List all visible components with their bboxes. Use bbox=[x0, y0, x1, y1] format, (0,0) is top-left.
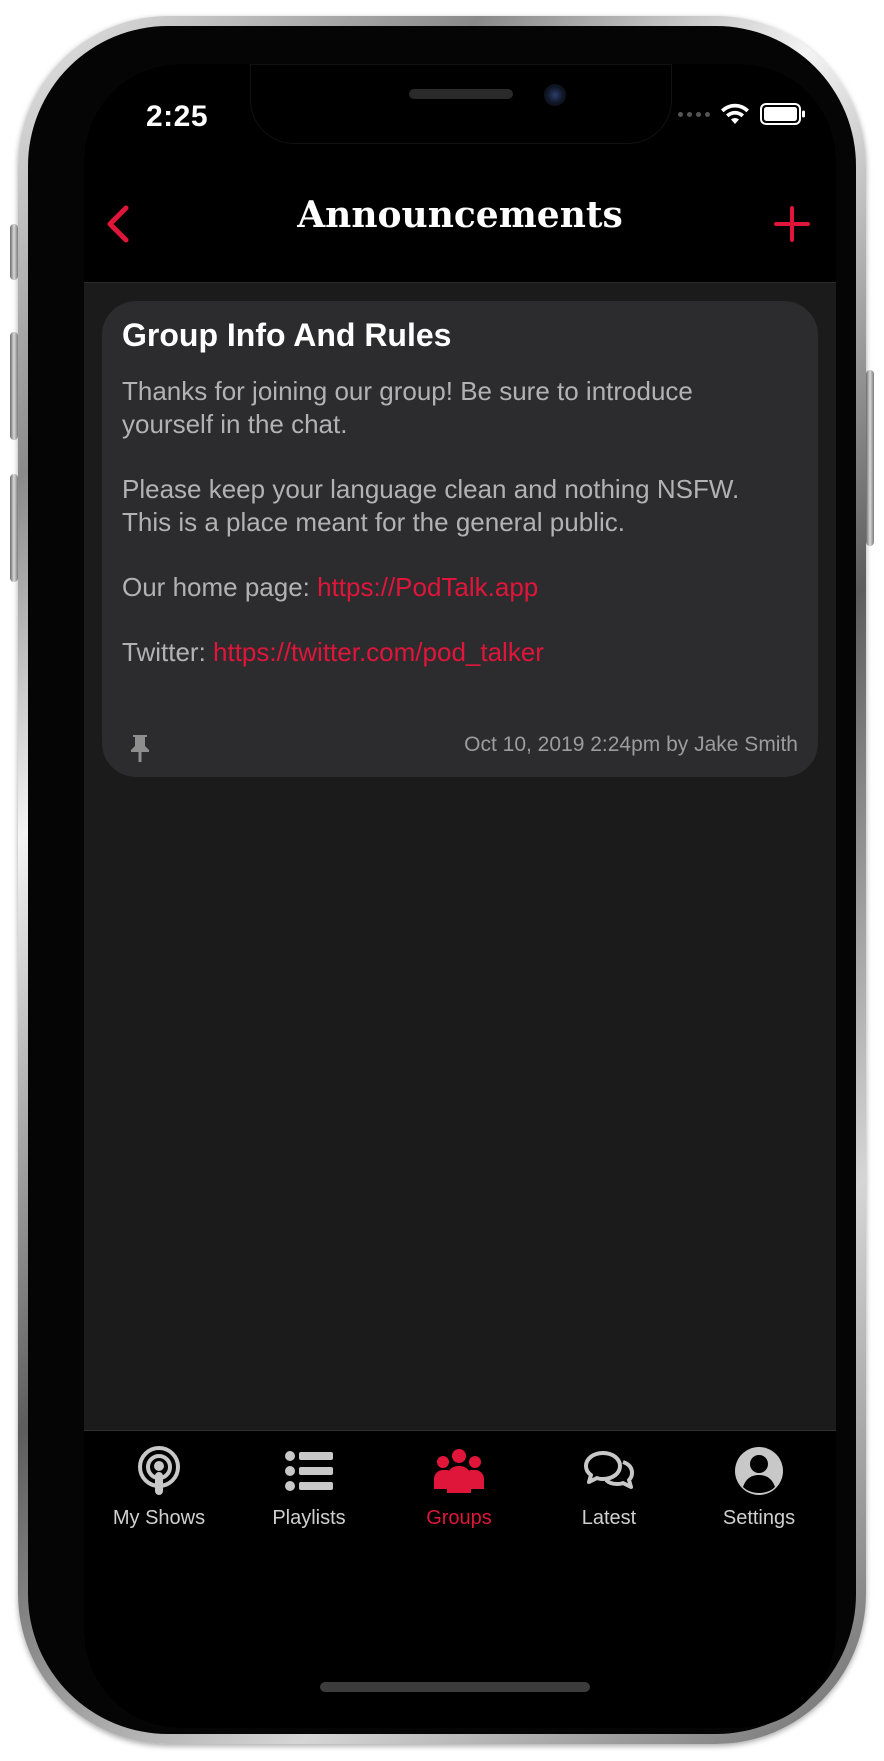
group-icon bbox=[434, 1449, 484, 1493]
status-indicators bbox=[678, 102, 806, 126]
tab-groups[interactable]: Groups bbox=[384, 1445, 534, 1545]
front-camera bbox=[544, 84, 566, 106]
twitter-link[interactable]: https://twitter.com/pod_talker bbox=[213, 637, 544, 667]
tab-playlists[interactable]: Playlists bbox=[234, 1445, 384, 1545]
home-indicator bbox=[320, 1682, 590, 1692]
twitter-line: Twitter: https://twitter.com/pod_talker bbox=[122, 636, 782, 669]
tab-my-shows[interactable]: My Shows bbox=[84, 1445, 234, 1545]
home-page-link[interactable]: https://PodTalk.app bbox=[317, 572, 538, 602]
announcement-paragraph: Thanks for joining our group! Be sure to… bbox=[122, 376, 693, 439]
tab-label: Playlists bbox=[272, 1507, 346, 1529]
volume-up-button bbox=[10, 332, 18, 440]
podcast-icon bbox=[138, 1446, 180, 1495]
battery-icon bbox=[760, 103, 805, 125]
twitter-label: Twitter: bbox=[122, 637, 214, 667]
tab-label: Groups bbox=[426, 1507, 492, 1529]
user-circle-icon bbox=[735, 1447, 783, 1495]
home-page-label: Our home page: bbox=[122, 572, 318, 602]
announcement-title: Group Info And Rules bbox=[122, 317, 452, 353]
navigation-bar: Announcements bbox=[84, 166, 836, 283]
tab-label: Settings bbox=[722, 1507, 796, 1529]
tab-latest[interactable]: Latest bbox=[534, 1445, 684, 1545]
announcement-body: Thanks for joining our group! Be sure to… bbox=[122, 375, 782, 701]
wifi-icon bbox=[721, 103, 749, 124]
power-button bbox=[866, 370, 874, 546]
page-title: Announcements bbox=[297, 194, 623, 236]
notch bbox=[250, 64, 672, 144]
earpiece-speaker bbox=[409, 89, 513, 99]
home-page-line: Our home page: https://PodTalk.app bbox=[122, 571, 782, 604]
silent-switch bbox=[10, 224, 18, 280]
volume-down-button bbox=[10, 474, 18, 582]
list-icon bbox=[285, 1451, 333, 1491]
announcement-paragraph: Please keep your language clean and noth… bbox=[122, 474, 740, 537]
announcement-card[interactable]: Group Info And Rules Thanks for joining … bbox=[102, 301, 818, 777]
tab-settings[interactable]: Settings bbox=[684, 1445, 834, 1545]
add-announcement-button[interactable] bbox=[772, 204, 812, 244]
status-bar: 2:25 bbox=[84, 64, 836, 166]
screen: 2:25 Announcements Group Info And Rules … bbox=[84, 64, 836, 1728]
cellular-signal-icon bbox=[678, 111, 710, 117]
announcement-meta: Oct 10, 2019 2:24pm by Jake Smith bbox=[464, 733, 798, 756]
phone-frame: 2:25 Announcements Group Info And Rules … bbox=[10, 16, 874, 1744]
pin-icon bbox=[131, 735, 149, 762]
status-time: 2:25 bbox=[146, 100, 209, 133]
tab-label: My Shows bbox=[112, 1507, 206, 1529]
tab-label: Latest bbox=[581, 1507, 637, 1529]
chat-bubbles-icon bbox=[584, 1451, 634, 1489]
announcements-list: Group Info And Rules Thanks for joining … bbox=[84, 283, 836, 1430]
